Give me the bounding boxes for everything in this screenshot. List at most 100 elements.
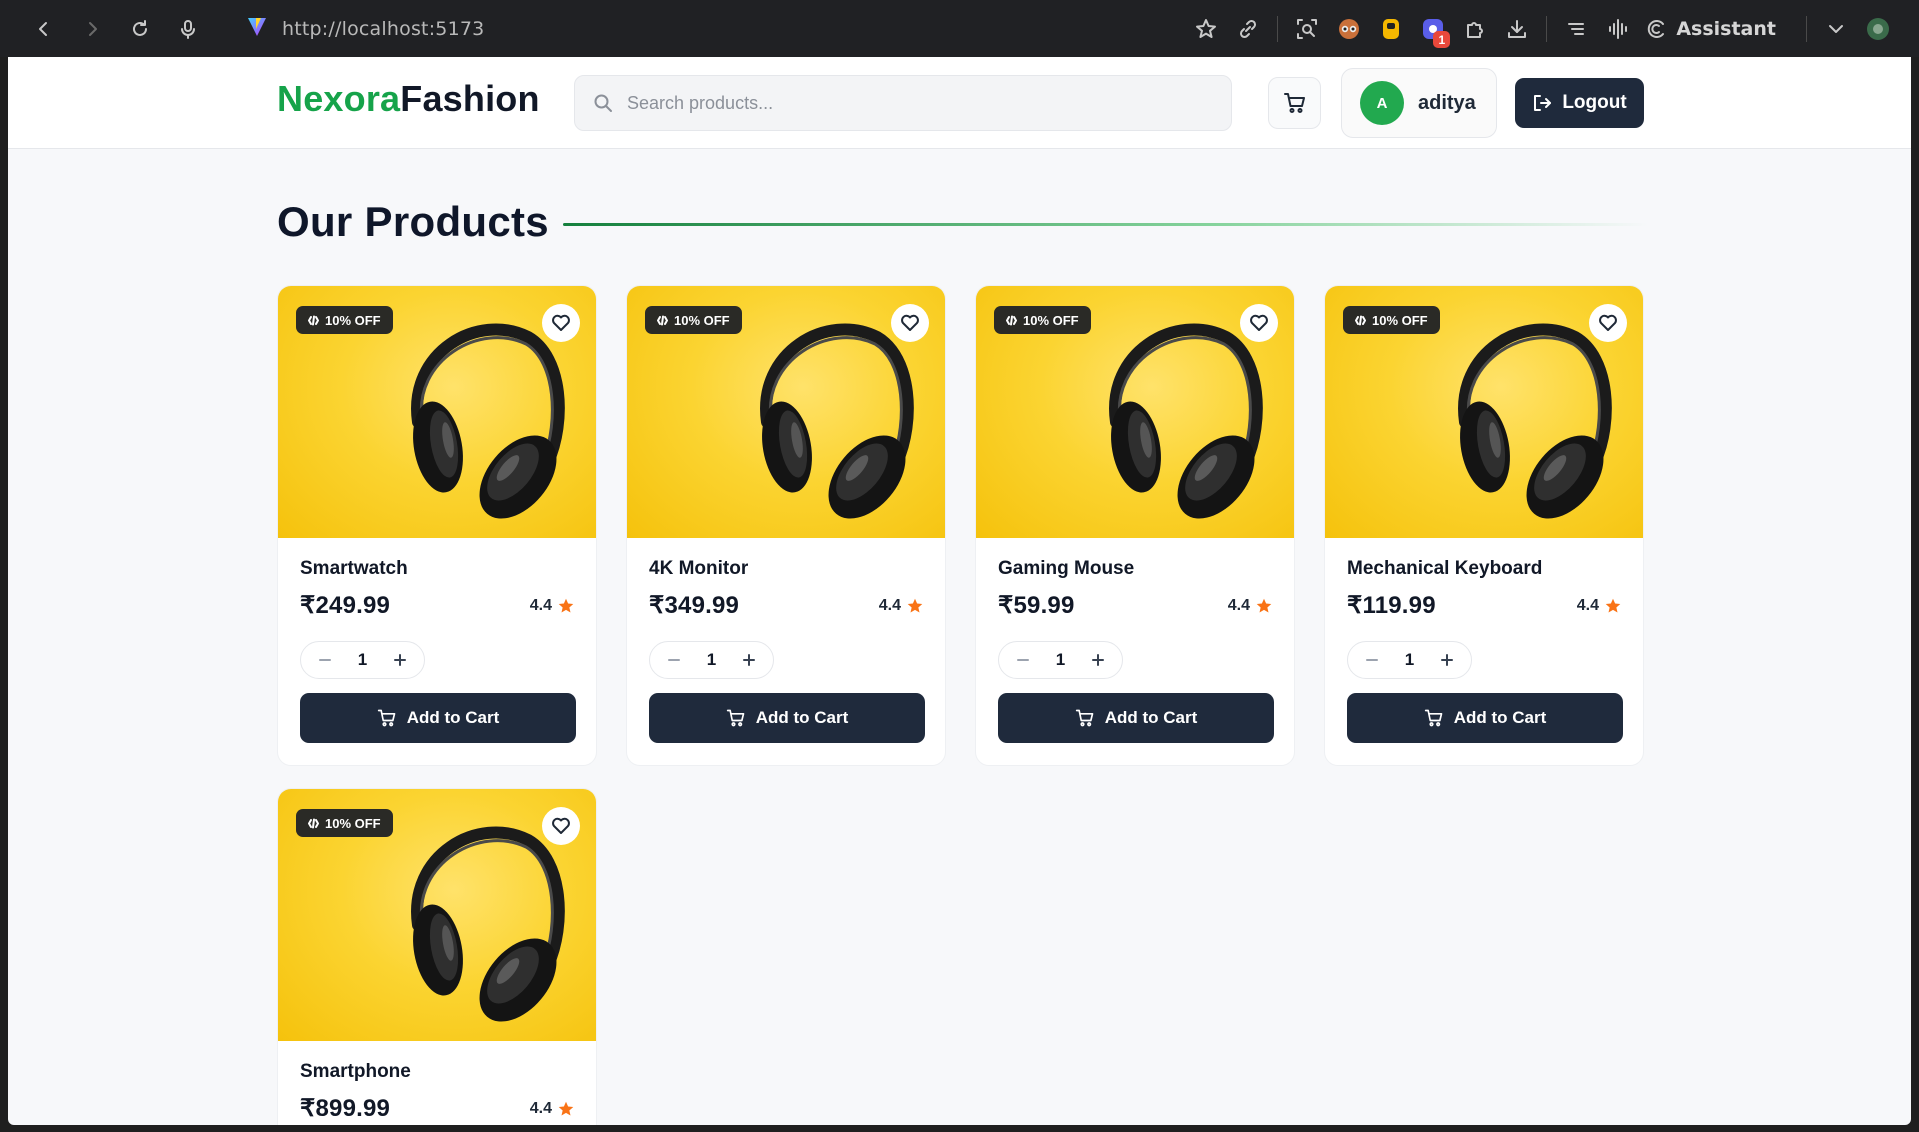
extension-yellow-icon[interactable] [1370,0,1412,57]
product-price: ₹119.99 [1347,592,1436,619]
product-name[interactable]: Smartwatch [300,558,574,580]
puzzle-extensions-icon[interactable] [1454,0,1496,57]
logout-button[interactable]: Logout [1515,78,1644,128]
search-input[interactable] [627,92,1187,114]
extension-badge: 1 [1433,31,1451,48]
quantity-value: 1 [1404,650,1415,669]
headphones-image [411,826,565,1022]
product-name[interactable]: Smartphone [300,1061,574,1083]
headphones-image [1458,323,1612,519]
tag-icon [657,315,668,325]
assistant-label: Assistant [1676,17,1776,40]
browser-toolbar: http://localhost:5173 1 Assistant [0,0,1919,57]
logo-part-fashion: Fashion [400,78,540,119]
discount-badge: 10% OFF [645,306,742,334]
product-rating: 4.4 [1228,597,1272,615]
site-logo[interactable]: NexoraFashion [277,78,540,120]
star-icon [1256,598,1272,613]
headphones-image [760,323,914,519]
rating-value: 4.4 [1576,596,1599,614]
bookmark-star-icon[interactable] [1185,0,1227,57]
reading-list-icon[interactable] [1555,0,1597,57]
plus-icon [394,654,407,666]
decrease-quantity-button[interactable] [660,646,688,674]
chevron-down-icon[interactable] [1815,0,1857,57]
extension-glasses-icon[interactable] [1328,0,1370,57]
product-price: ₹249.99 [300,592,391,619]
logout-icon [1534,95,1552,111]
user-profile-chip[interactable]: A aditya [1341,68,1497,138]
quantity-stepper: 1 [649,641,774,679]
cart-button[interactable] [1268,77,1321,129]
product-card: 10% OFF Mechanical Keyboard ₹119.99 4.4 [1324,285,1644,766]
search-bar [574,75,1232,131]
plus-icon [743,654,756,666]
extension-gear-icon[interactable]: 1 [1412,0,1454,57]
url-text: http://localhost:5173 [282,17,485,40]
reload-icon[interactable] [116,0,164,57]
cart-icon [726,709,745,727]
microphone-icon[interactable] [164,0,212,57]
product-price: ₹349.99 [649,592,740,619]
product-info: Gaming Mouse ₹59.99 4.4 1 Add to Cart [976,538,1294,765]
link-icon[interactable] [1227,0,1269,57]
title-underline [563,223,1648,226]
quantity-value: 1 [706,650,717,669]
product-rating: 4.4 [530,1100,574,1118]
product-price: ₹59.99 [998,592,1075,619]
star-icon [907,598,923,613]
site-header: NexoraFashion A aditya Logout [8,57,1911,149]
increase-quantity-button[interactable] [1433,646,1461,674]
product-card: 10% OFF Gaming Mouse ₹59.99 4.4 1 Add to… [975,285,1295,766]
download-icon[interactable] [1496,0,1538,57]
assistant-button[interactable]: Assistant [1645,18,1776,40]
product-image[interactable]: 10% OFF [278,789,596,1041]
plus-icon [1441,654,1454,666]
rating-value: 4.4 [1227,596,1250,614]
increase-quantity-button[interactable] [386,646,414,674]
product-rating: 4.4 [879,597,923,615]
discount-text: 10% OFF [1372,312,1428,328]
tag-icon [308,315,319,325]
product-rating: 4.4 [1577,597,1621,615]
discount-badge: 10% OFF [1343,306,1440,334]
price-row: ₹899.99 4.4 [300,1094,574,1123]
assistant-icon [1648,19,1665,38]
quantity-stepper: 1 [300,641,425,679]
decrease-quantity-button[interactable] [311,646,339,674]
cart-icon [1283,93,1305,113]
rating-value: 4.4 [529,1099,552,1117]
star-icon [1605,598,1621,613]
add-to-cart-button[interactable]: Add to Cart [300,693,576,743]
address-bar[interactable]: http://localhost:5173 [246,15,484,42]
increase-quantity-button[interactable] [1084,646,1112,674]
product-image[interactable]: 10% OFF [278,286,596,538]
add-to-cart-button[interactable]: Add to Cart [649,693,925,743]
product-image[interactable]: 10% OFF [627,286,945,538]
screenshot-search-icon[interactable] [1286,0,1328,57]
discount-text: 10% OFF [325,312,381,328]
cart-icon [1075,709,1094,727]
toolbar-divider [1546,15,1548,42]
minus-icon [667,659,680,661]
price-row: ₹349.99 4.4 [649,591,923,620]
profile-avatar-icon[interactable] [1857,0,1899,57]
discount-badge: 10% OFF [994,306,1091,334]
voice-wave-icon[interactable] [1597,0,1639,57]
add-to-cart-button[interactable]: Add to Cart [998,693,1274,743]
decrease-quantity-button[interactable] [1358,646,1386,674]
back-icon[interactable] [20,0,68,57]
product-name[interactable]: Gaming Mouse [998,558,1272,580]
product-name[interactable]: 4K Monitor [649,558,923,580]
tag-icon [1355,315,1366,325]
decrease-quantity-button[interactable] [1009,646,1037,674]
product-image[interactable]: 10% OFF [1325,286,1643,538]
forward-icon[interactable] [68,0,116,57]
product-name[interactable]: Mechanical Keyboard [1347,558,1621,580]
add-to-cart-button[interactable]: Add to Cart [1347,693,1623,743]
logo-part-nexora: Nexora [277,78,401,119]
increase-quantity-button[interactable] [735,646,763,674]
product-image[interactable]: 10% OFF [976,286,1294,538]
star-icon [558,598,574,613]
toolbar-divider [1277,15,1279,42]
